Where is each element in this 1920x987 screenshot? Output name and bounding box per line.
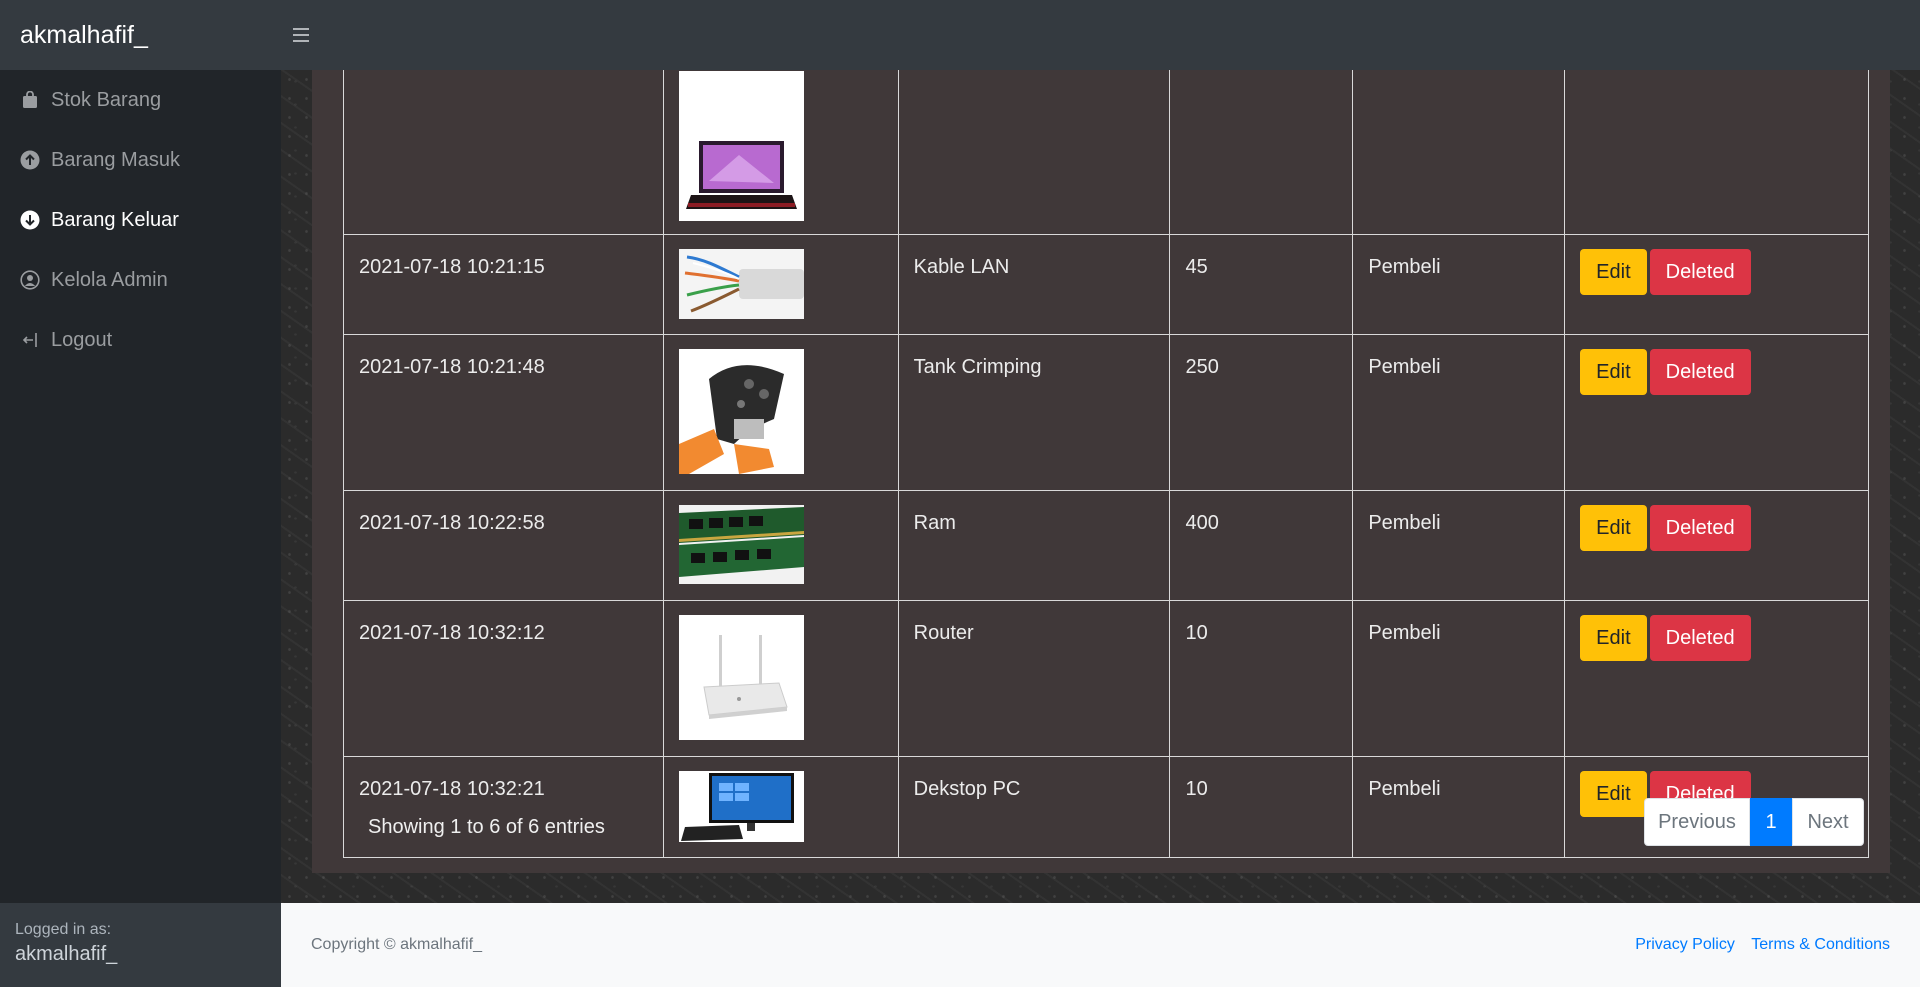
laptop-image: [678, 71, 804, 221]
sign-out-icon: [20, 330, 40, 350]
buyer-cell: Pembeli: [1352, 756, 1566, 858]
delete-button[interactable]: Deleted: [1649, 349, 1751, 395]
action-cell: [1564, 70, 1869, 235]
shopping-bag-icon: [20, 90, 40, 110]
edit-button[interactable]: Edit: [1580, 615, 1647, 661]
date-cell: 2021-07-18 10:32:12: [343, 600, 664, 757]
pagination-previous[interactable]: Previous: [1644, 798, 1750, 846]
sidebar: Stok Barang Barang Masuk Barang Keluar K…: [0, 70, 281, 987]
privacy-policy-link[interactable]: Privacy Policy: [1635, 936, 1735, 953]
qty-cell: 400: [1169, 490, 1354, 601]
user-circle-icon: [20, 270, 40, 290]
action-cell: Edit Deleted: [1564, 600, 1869, 757]
edit-button[interactable]: Edit: [1580, 249, 1647, 295]
table-row: 2021-07-18 10:32:21 Dekstop PC 10 Pembel…: [343, 756, 1869, 858]
table-row: [343, 70, 1869, 235]
sidebar-item-label: Barang Keluar: [51, 208, 179, 231]
edit-button[interactable]: Edit: [1580, 505, 1647, 551]
table-row: 2021-07-18 10:22:58 Ram 400 Pembeli Edit…: [343, 490, 1869, 601]
image-cell: [662, 756, 899, 858]
name-cell: Router: [897, 600, 1171, 757]
buyer-cell: [1352, 70, 1566, 235]
date-cell: 2021-07-18 10:21:48: [343, 334, 664, 491]
sidebar-item-barang-masuk[interactable]: Barang Masuk: [0, 130, 281, 190]
date-cell: 2021-07-18 10:22:58: [343, 490, 664, 601]
name-cell: Dekstop PC: [897, 756, 1171, 858]
name-cell: Kable LAN: [897, 234, 1171, 335]
action-cell: Edit Deleted: [1564, 490, 1869, 601]
pagination-next[interactable]: Next: [1792, 798, 1864, 846]
table-row: 2021-07-18 10:21:15 Kable LAN 45 Pembeli: [343, 234, 1869, 335]
sidebar-item-label: Stok Barang: [51, 88, 162, 111]
arrow-circle-down-icon: [20, 210, 40, 230]
barang-keluar-table: 2021-07-18 10:21:15 Kable LAN 45 Pembeli: [343, 70, 1869, 858]
sidebar-item-barang-keluar[interactable]: Barang Keluar: [0, 190, 281, 250]
edit-button[interactable]: Edit: [1580, 771, 1647, 817]
qty-cell: [1169, 70, 1354, 235]
delete-button[interactable]: Deleted: [1649, 505, 1751, 551]
pagination: Previous 1 Next: [1644, 798, 1864, 846]
brand-title[interactable]: akmalhafif_: [0, 21, 281, 50]
delete-button[interactable]: Deleted: [1649, 615, 1751, 661]
image-cell: [662, 600, 899, 757]
terms-link[interactable]: Terms & Conditions: [1751, 936, 1890, 953]
arrow-circle-up-icon: [20, 150, 40, 170]
footer-links: Privacy Policy Terms & Conditions: [1623, 936, 1890, 954]
image-cell: [662, 70, 899, 235]
sidebar-item-label: Barang Masuk: [51, 148, 180, 171]
sidebar-item-label: Kelola Admin: [51, 268, 168, 291]
desktop-pc-image: [678, 771, 804, 842]
table-info: Showing 1 to 6 of 6 entries: [368, 816, 605, 838]
name-cell: Ram: [897, 490, 1171, 601]
name-cell: Tank Crimping: [897, 334, 1171, 491]
buyer-cell: Pembeli: [1352, 600, 1566, 757]
page-footer: Copyright © akmalhafif_ Privacy Policy T…: [281, 903, 1920, 987]
edit-button[interactable]: Edit: [1580, 349, 1647, 395]
crimping-tool-image: [678, 349, 804, 474]
pagination-page-current[interactable]: 1: [1750, 798, 1792, 846]
ram-module-image: [678, 505, 804, 584]
action-cell: Edit Deleted: [1564, 234, 1869, 335]
sidebar-item-kelola-admin[interactable]: Kelola Admin: [0, 250, 281, 310]
main-content: 2021-07-18 10:21:15 Kable LAN 45 Pembeli: [281, 70, 1920, 903]
buyer-cell: Pembeli: [1352, 234, 1566, 335]
logged-in-user: akmalhafif_: [15, 943, 118, 965]
qty-cell: 250: [1169, 334, 1354, 491]
table-card: 2021-07-18 10:21:15 Kable LAN 45 Pembeli: [312, 70, 1890, 873]
lan-cable-image: [678, 249, 804, 319]
sidebar-item-logout[interactable]: Logout: [0, 310, 281, 370]
image-cell: [662, 490, 899, 601]
sidebar-footer: Logged in as: akmalhafif_: [0, 903, 281, 987]
sidebar-item-stok-barang[interactable]: Stok Barang: [0, 70, 281, 130]
router-image: [678, 615, 804, 740]
image-cell: [662, 234, 899, 335]
table-row: 2021-07-18 10:32:12 Router 10 Pembeli Ed…: [343, 600, 1869, 757]
sidebar-item-label: Logout: [51, 328, 113, 351]
qty-cell: 10: [1169, 600, 1354, 757]
menu-toggle-icon[interactable]: [281, 15, 321, 55]
buyer-cell: Pembeli: [1352, 490, 1566, 601]
action-cell: Edit Deleted: [1564, 334, 1869, 491]
date-cell: 2021-07-18 10:32:21: [343, 756, 664, 858]
top-navbar: akmalhafif_: [0, 0, 1920, 70]
table-row: 2021-07-18 10:21:48 Tank Crimping 250 Pe…: [343, 334, 1869, 491]
copyright-text: Copyright © akmalhafif_: [311, 936, 482, 953]
qty-cell: 10: [1169, 756, 1354, 858]
delete-button[interactable]: Deleted: [1649, 249, 1751, 295]
qty-cell: 45: [1169, 234, 1354, 335]
image-cell: [662, 334, 899, 491]
logged-in-label: Logged in as:: [15, 921, 112, 938]
buyer-cell: Pembeli: [1352, 334, 1566, 491]
name-cell: [897, 70, 1171, 235]
date-cell: 2021-07-18 10:21:15: [343, 234, 664, 335]
date-cell: [343, 70, 664, 235]
